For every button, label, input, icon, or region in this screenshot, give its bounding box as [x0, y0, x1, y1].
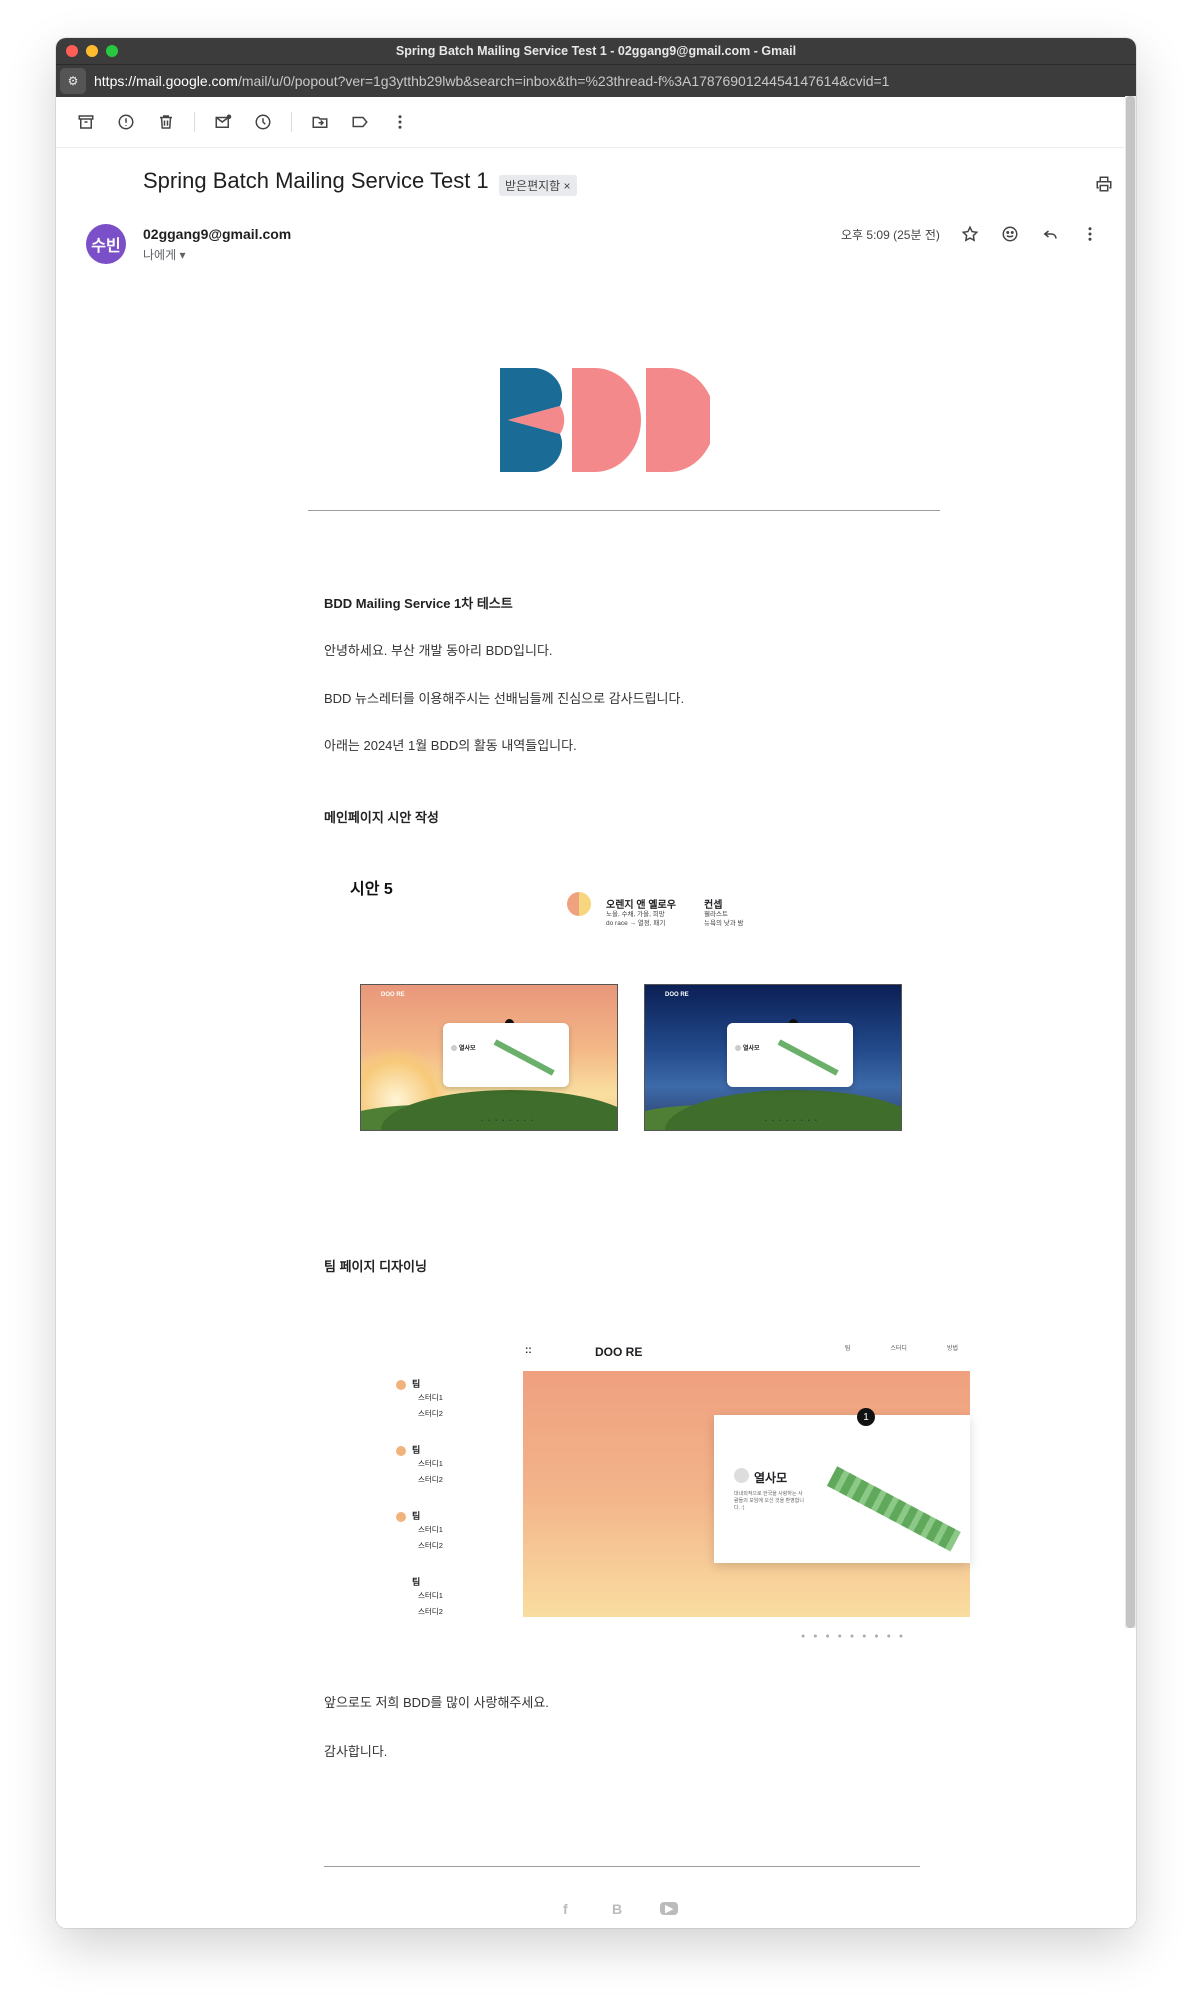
close-window-button[interactable] [66, 45, 78, 57]
grid-icon: :: [525, 1345, 532, 1356]
more-options-icon[interactable] [1076, 220, 1104, 248]
mark-unread-icon[interactable] [203, 102, 243, 142]
draft-title: 시안 5 [350, 881, 393, 898]
mockup-night-image: DOO RE 열사모 • • • • • • • • [644, 984, 902, 1131]
snooze-icon[interactable] [243, 102, 283, 142]
zoom-window-button[interactable] [106, 45, 118, 57]
title-bar: Spring Batch Mailing Service Test 1 - 02… [56, 38, 1136, 64]
emoji-icon[interactable] [996, 220, 1024, 248]
reply-icon[interactable] [1036, 220, 1064, 248]
greeting-text: 안녕하세요. 부산 개발 동아리 BDD입니다. [324, 643, 553, 658]
message-actions [956, 220, 1104, 248]
toolbar-divider [194, 112, 195, 132]
section-team-page-title: 팀 페이지 디자이닝 [324, 1259, 427, 1274]
blog-icon[interactable]: B [612, 1901, 622, 1917]
minimize-window-button[interactable] [86, 45, 98, 57]
sender-email[interactable]: 02ggang9@gmail.com [143, 226, 291, 242]
recipient-dropdown[interactable]: 나에게 ▾ [143, 246, 185, 263]
subject-row: Spring Batch Mailing Service Test 1 받은편지… [56, 168, 1136, 208]
more-icon[interactable] [380, 102, 420, 142]
concept-title: 컨셉 [704, 900, 723, 911]
bdd-logo [500, 368, 715, 477]
team-page-mockup: :: DOO RE 팀 스터디 방법 열사모 대내외적으로 한국을 사랑하는 사람들… [523, 1335, 970, 1640]
youtube-icon[interactable]: ▶ [660, 1902, 679, 1915]
thank-you-text: 감사합니다. [324, 1744, 388, 1759]
section-main-page-title: 메인페이지 시안 작성 [324, 810, 439, 825]
label-icon[interactable] [340, 102, 380, 142]
newsletter-heading: BDD Mailing Service 1차 테스트 [324, 596, 513, 611]
footer-divider [324, 1866, 920, 1867]
intro-text: 아래는 2024년 1월 BDD의 활동 내역들입니다. [324, 738, 577, 753]
mockup-sunset-image: DOO RE 열사모 • • • • • • • • [360, 984, 618, 1131]
team-list-item: 팀 스터디1 스터디2 [396, 1443, 443, 1488]
url-text[interactable]: https://mail.google.com/mail/u/0/popout?… [94, 73, 889, 89]
report-spam-icon[interactable] [106, 102, 146, 142]
scrollbar-thumb[interactable] [1126, 96, 1135, 1628]
archive-icon[interactable] [66, 102, 106, 142]
address-bar[interactable]: ⚙ https://mail.google.com/mail/u/0/popou… [56, 64, 1136, 97]
print-icon[interactable] [1090, 170, 1118, 198]
toolbar-divider [291, 112, 292, 132]
concept-desc: 웰라스트 뉴욕의 낮과 밤 [704, 911, 744, 927]
team-list-item: 팀 스터디1 스터디2 [396, 1377, 443, 1422]
email-toolbar [56, 97, 1136, 148]
delete-icon[interactable] [146, 102, 186, 142]
email-timestamp: 오후 5:09 (25분 전) [841, 228, 940, 242]
inbox-label-chip[interactable]: 받은편지함 × [499, 175, 577, 196]
header-divider [308, 510, 940, 511]
team-list-item: 팀 스터디1 스터디2 [396, 1509, 443, 1554]
browser-window: Spring Batch Mailing Service Test 1 - 02… [56, 38, 1136, 1928]
color-concept-title: 오렌지 앤 옐로우 [606, 900, 676, 911]
email-subject: Spring Batch Mailing Service Test 1 [143, 168, 489, 193]
thanks-text: BDD 뉴스레터를 이용해주시는 선배님들께 진심으로 감사드립니다. [324, 691, 685, 706]
window-title: Spring Batch Mailing Service Test 1 - 02… [395, 44, 797, 58]
star-icon[interactable] [956, 220, 984, 248]
move-to-icon[interactable] [300, 102, 340, 142]
team-list-item: 팀 스터디1 스터디2 [412, 1577, 443, 1616]
closing-text: 앞으로도 저희 BDD를 많이 사랑해주세요. [324, 1695, 549, 1710]
avatar[interactable]: 수빈 [86, 224, 126, 264]
color-concept-desc: 노을, 수채, 가을, 희망 do race → 열정, 패기 [606, 911, 666, 927]
color-swatch-icon [567, 892, 591, 916]
site-settings-icon[interactable]: ⚙ [60, 68, 86, 94]
facebook-icon[interactable]: f [563, 1901, 568, 1917]
scrollbar[interactable] [1125, 96, 1136, 1628]
